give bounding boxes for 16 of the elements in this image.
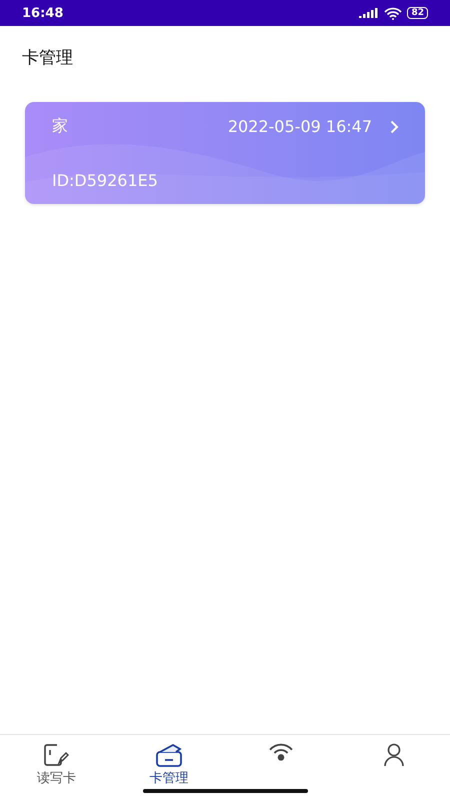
page-title: 卡管理 <box>22 48 73 68</box>
card-icon <box>154 743 183 767</box>
wifi-icon <box>384 6 402 20</box>
card-id: ID:D59261E5 <box>52 171 158 190</box>
card-name: 家 <box>52 116 69 137</box>
tab[interactable]: 读写卡 <box>0 735 112 789</box>
chevron-right-icon <box>390 120 399 134</box>
signal-icon <box>359 8 380 18</box>
status-time: 16:48 <box>22 6 64 20</box>
wireless-icon <box>269 743 294 762</box>
edit-icon <box>43 743 70 767</box>
card-time: 2022-05-09 16:47 <box>228 117 372 136</box>
user-icon <box>382 743 406 767</box>
home-indicator[interactable] <box>142 789 308 793</box>
tab[interactable]: 卡管理 <box>112 735 225 789</box>
battery-level: 82 <box>407 7 428 19</box>
